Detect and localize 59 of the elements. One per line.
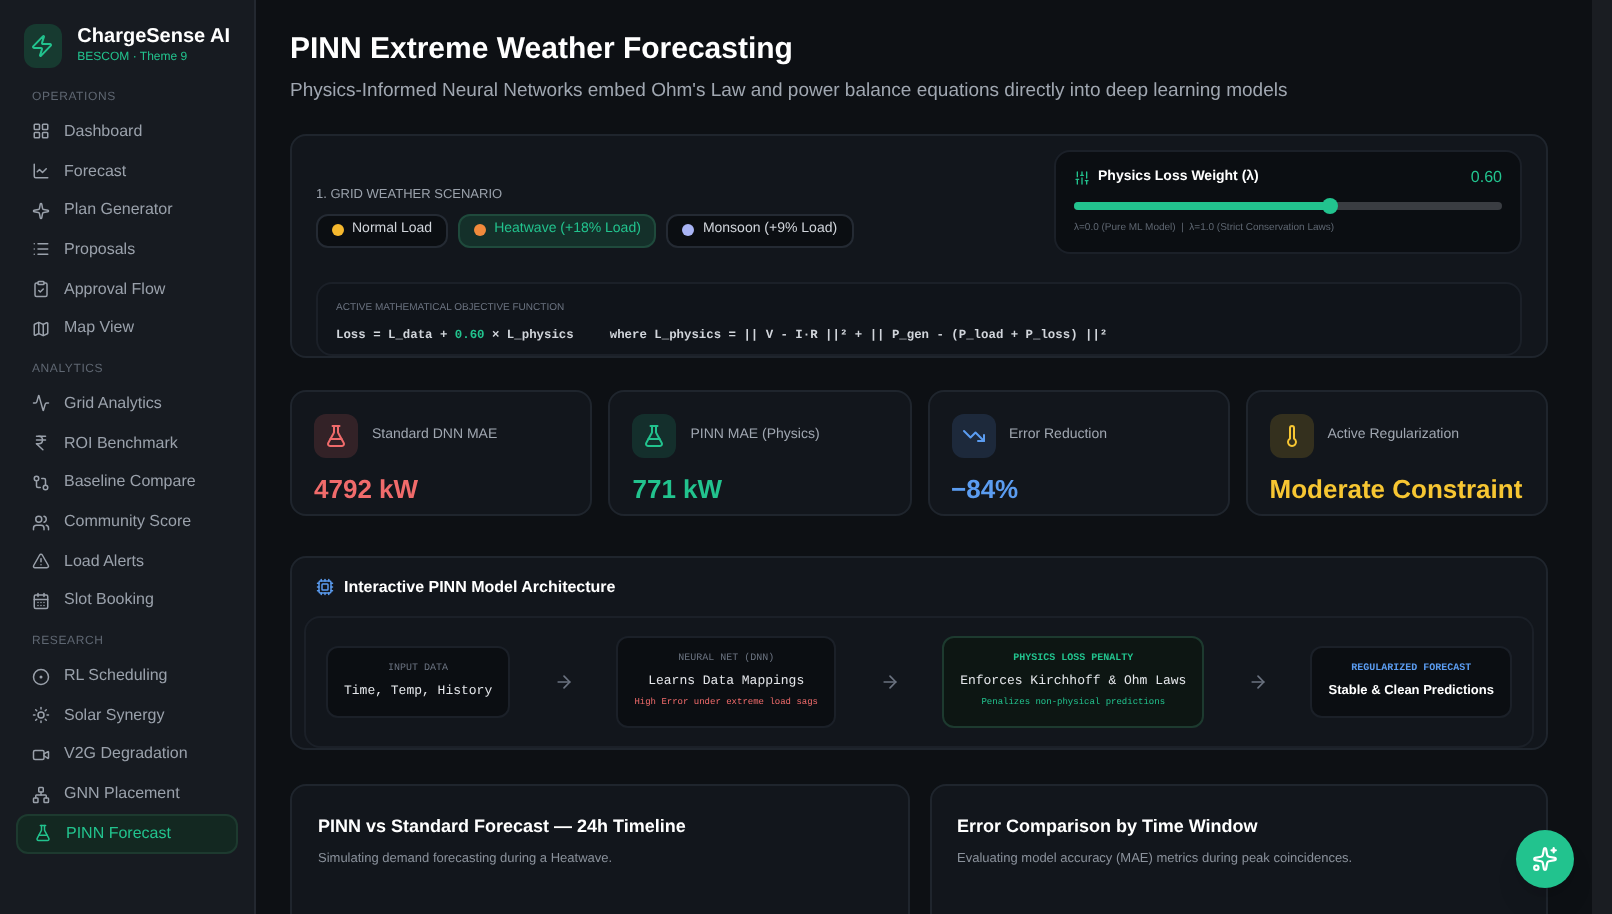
map-icon	[32, 319, 50, 338]
list-icon	[32, 240, 50, 259]
chart-icon	[32, 162, 50, 181]
warning-icon	[32, 552, 50, 571]
stat-value: 771 kW	[632, 471, 725, 508]
card-title: Error Comparison by Time Window	[957, 813, 1260, 840]
sidebar-item[interactable]: Dashboard	[16, 112, 238, 152]
sparkle-icon	[32, 201, 50, 220]
page-subtitle: Physics-Informed Neural Networks embed Ohm's Law and power balance equations directly into deep learning models	[290, 77, 1290, 105]
chip-icon	[316, 578, 334, 597]
pulse-icon	[32, 394, 50, 413]
sidebar-item[interactable]: Proposals	[16, 230, 238, 270]
arrow-icon	[1247, 671, 1268, 692]
flask-icon	[314, 413, 358, 458]
flask-icon	[632, 413, 677, 458]
sidebar-item[interactable]: Grid Analytics	[16, 384, 238, 424]
stat-value: 4792 kW	[314, 471, 421, 508]
architecture-title: Interactive PINN Model Architecture	[344, 575, 616, 600]
camera-icon	[32, 745, 50, 764]
sidebar-item[interactable]: PINN Forecast	[16, 814, 238, 854]
sidebar-item[interactable]: Forecast	[16, 151, 238, 191]
sidebar-item[interactable]: Load Alerts	[16, 541, 238, 582]
logo-icon	[24, 24, 62, 68]
sidebar-item[interactable]: Slot Booking	[16, 581, 238, 621]
card-title: PINN vs Standard Forecast — 24h Timeline	[318, 813, 688, 840]
stat-value: −84%	[951, 471, 1021, 508]
sidebar-item[interactable]: Map View	[16, 308, 238, 349]
slider-track[interactable]	[1074, 201, 1502, 210]
sun-icon	[32, 706, 50, 725]
assistant-button[interactable]	[1516, 830, 1574, 888]
sidebar-item[interactable]: Approval Flow	[16, 269, 238, 309]
slider-thumb[interactable]	[1322, 197, 1339, 214]
sidebar-item[interactable]: GNN Placement	[16, 774, 238, 814]
sidebar-item[interactable]: Plan Generator	[16, 190, 238, 231]
sidebar-item[interactable]: RL Scheduling	[16, 656, 238, 696]
network-icon	[32, 785, 50, 804]
calendar-icon	[32, 591, 50, 610]
compare-icon	[32, 473, 50, 492]
brand-name: ChargeSense AI	[77, 26, 230, 51]
clipboard-icon	[32, 280, 50, 299]
users-icon	[32, 513, 50, 532]
sidebar-item[interactable]: V2G Degradation	[16, 735, 238, 775]
sparkles-icon	[1532, 846, 1558, 872]
sidebar-item[interactable]: Solar Synergy	[16, 695, 238, 736]
sidebar-item[interactable]: Baseline Compare	[16, 463, 238, 503]
sliders-icon	[1074, 169, 1090, 186]
arrow-icon	[553, 671, 574, 692]
slider-value: 0.60	[1470, 165, 1502, 190]
grid-icon	[32, 122, 50, 141]
target-icon	[32, 667, 50, 686]
flask-icon	[34, 824, 52, 843]
stat-value: Moderate Constraint	[1269, 471, 1524, 508]
rupee-icon	[32, 434, 50, 453]
page-title: PINN Extreme Weather Forecasting	[290, 30, 795, 70]
arrow-icon	[879, 671, 900, 692]
sidebar-item[interactable]: Community Score	[16, 502, 238, 542]
sidebar-item[interactable]: ROI Benchmark	[16, 423, 238, 463]
trend-down-icon	[951, 413, 995, 458]
thermometer-icon	[1269, 413, 1314, 458]
